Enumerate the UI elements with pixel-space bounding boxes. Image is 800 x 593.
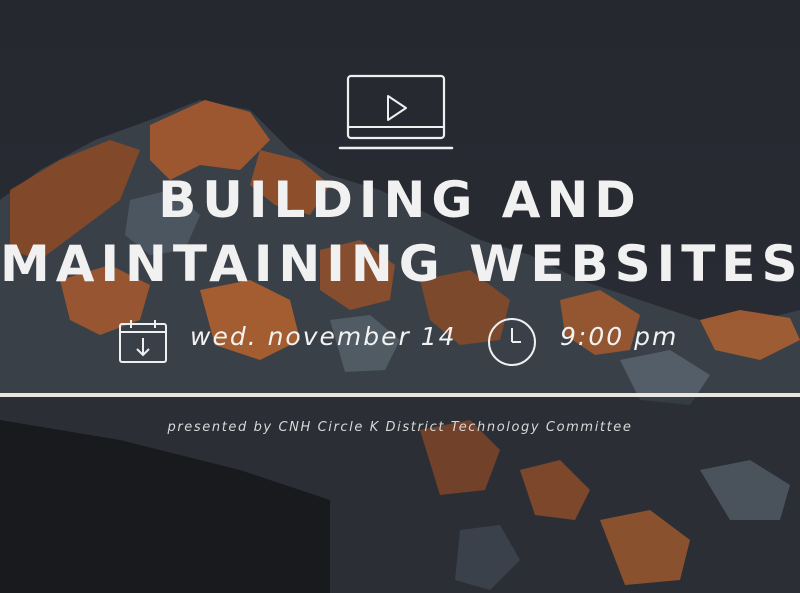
divider: [0, 393, 800, 397]
clock-icon: [488, 318, 536, 366]
title-line-1: BUILDING AND: [158, 171, 642, 229]
event-title: BUILDING AND MAINTAINING WEBSITES: [0, 168, 800, 296]
calendar-download-icon: [119, 320, 167, 363]
presenter-credit: presented by CNH Circle K District Techn…: [167, 420, 633, 435]
event-poster: BUILDING AND MAINTAINING WEBSITES wed. n…: [0, 0, 800, 593]
title-line-2: MAINTAINING WEBSITES: [0, 235, 800, 293]
event-time: 9:00 pm: [560, 322, 679, 351]
laptop-play-icon: [338, 74, 454, 150]
event-date: wed. november 14: [190, 322, 457, 351]
